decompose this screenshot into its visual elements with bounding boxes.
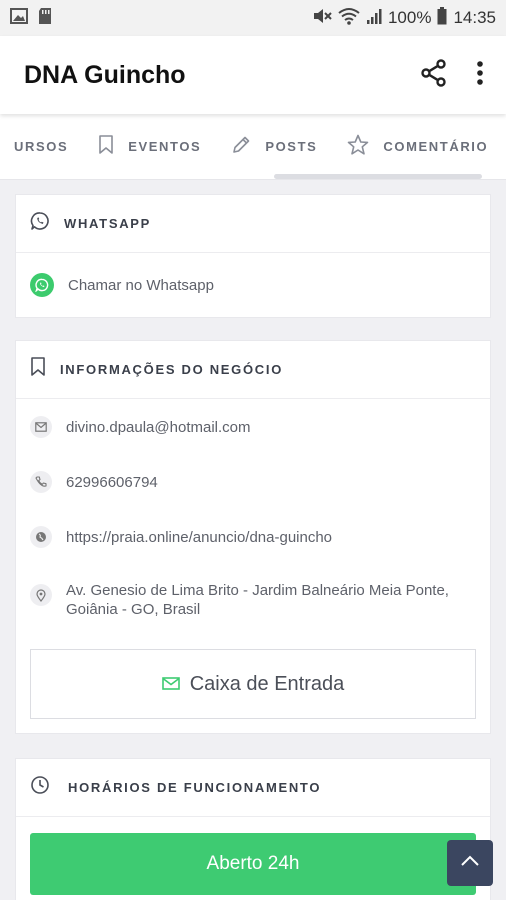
clock: 14:35 [453, 8, 496, 27]
tab-cursos[interactable]: URSOS [14, 139, 68, 154]
whatsapp-call-label: Chamar no Whatsapp [68, 276, 214, 294]
battery-percentage: 100% [387, 8, 432, 27]
app-bar: DNA Guincho [0, 36, 506, 114]
star-icon [347, 134, 369, 159]
status-bar: 100% 14:35 [0, 0, 506, 36]
page-title: DNA Guincho [24, 60, 186, 89]
tab-label: URSOS [14, 139, 69, 154]
bookmark-icon [98, 135, 114, 158]
pencil-icon [231, 135, 251, 158]
wifi-icon [338, 7, 360, 30]
tab-posts[interactable]: POSTS [231, 135, 317, 158]
tab-comentarios[interactable]: COMENTÁRIO [347, 134, 488, 159]
mail-icon [30, 416, 52, 438]
open-status-label: Aberto 24h [206, 853, 300, 874]
website-row[interactable]: https://praia.online/anuncio/dna-guincho [16, 493, 490, 548]
tab-label: COMENTÁRIO [383, 139, 489, 154]
address-line-2: Goiânia - GO, Brasil [66, 601, 201, 618]
image-icon [10, 7, 28, 29]
whatsapp-outline-icon [30, 211, 50, 236]
phone-value: 62996606794 [66, 473, 158, 491]
scroll-to-top-button[interactable] [447, 840, 493, 886]
business-info-card: INFORMAÇÕES DO NEGÓCIO divino.dpaula@hot… [15, 340, 491, 734]
card-header: HORÁRIOS DE FUNCIONAMENTO [16, 759, 490, 817]
address-row[interactable]: Av. Genesio de Lima Brito - Jardim Balne… [16, 548, 490, 649]
more-vert-icon[interactable] [476, 60, 484, 91]
email-value: divino.dpaula@hotmail.com [66, 418, 251, 436]
whatsapp-call-link[interactable]: Chamar no Whatsapp [16, 253, 490, 317]
email-row[interactable]: divino.dpaula@hotmail.com [16, 399, 490, 438]
tab-label: EVENTOS [128, 139, 202, 154]
card-header: INFORMAÇÕES DO NEGÓCIO [16, 341, 490, 399]
phone-row[interactable]: 62996606794 [16, 438, 490, 493]
bookmark-icon [30, 357, 46, 382]
mute-icon [312, 7, 332, 30]
inbox-button[interactable]: Caixa de Entrada [30, 649, 476, 719]
clock-icon [30, 775, 50, 800]
opening-hours-card: HORÁRIOS DE FUNCIONAMENTO Aberto 24h [15, 758, 491, 900]
card-header: WHATSAPP [16, 195, 490, 253]
open-24h-status[interactable]: Aberto 24h [30, 833, 476, 895]
location-pin-icon [30, 584, 52, 606]
globe-icon [30, 526, 52, 548]
inbox-button-label: Caixa de Entrada [189, 672, 345, 695]
whatsapp-icon [30, 273, 54, 297]
card-title: WHATSAPP [64, 216, 152, 231]
chevron-up-icon [460, 854, 480, 872]
tab-scroll-indicator [274, 174, 482, 179]
address-line-1: Av. Genesio de Lima Brito - Jardim Balne… [66, 582, 449, 599]
tab-bar: URSOS EVENTOS POSTS COMENTÁRIO [0, 114, 506, 180]
signal-icon [366, 8, 382, 29]
card-title: INFORMAÇÕES DO NEGÓCIO [60, 362, 284, 377]
whatsapp-card: WHATSAPP Chamar no Whatsapp [15, 194, 491, 318]
share-icon[interactable] [420, 58, 448, 92]
tab-eventos[interactable]: EVENTOS [98, 135, 201, 158]
card-title: HORÁRIOS DE FUNCIONAMENTO [68, 780, 322, 795]
phone-icon [30, 471, 52, 493]
sd-card-icon [38, 7, 52, 30]
tab-label: POSTS [265, 139, 318, 154]
website-value: https://praia.online/anuncio/dna-guincho [66, 528, 333, 546]
battery-icon [437, 6, 447, 30]
mail-icon [161, 673, 180, 696]
